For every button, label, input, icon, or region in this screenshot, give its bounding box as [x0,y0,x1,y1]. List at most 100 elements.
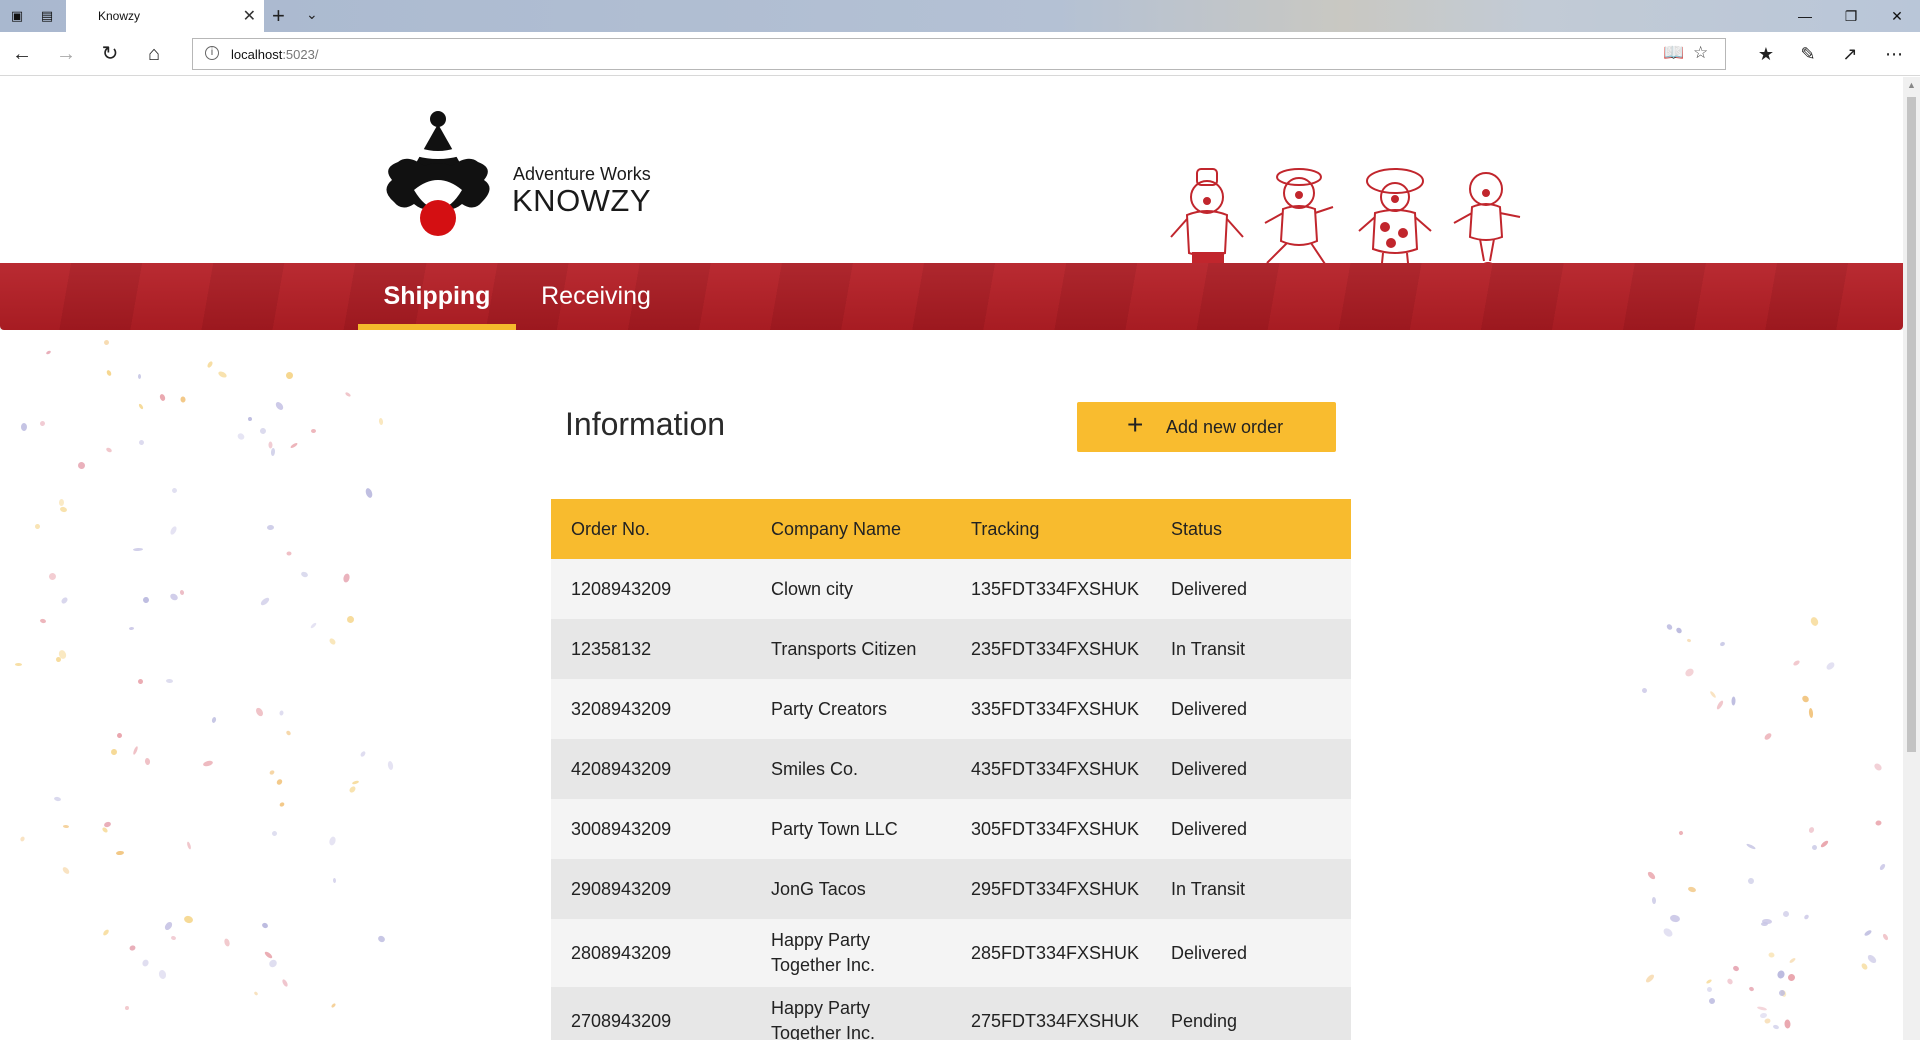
column-header-company-name[interactable]: Company Name [771,519,901,540]
confetti-dot [39,420,46,427]
status-cell: Delivered [1171,759,1248,779]
add-new-order-button[interactable]: + Add new order [1077,402,1336,452]
confetti-dot [1726,977,1734,986]
confetti-dot [144,757,151,766]
order-number-cell: 2708943209 [571,1011,672,1031]
table-row[interactable]: 2908943209 JonG Tacos 295FDT334FXSHUK In Tr… [551,859,1351,919]
order-number-cell: 1208943209 [571,579,672,599]
confetti-dot [1706,986,1713,993]
status-cell: In Transit [1171,639,1246,659]
minimize-icon[interactable]: — [1782,0,1828,32]
address-url: localhost:5023/ [231,47,319,62]
confetti-dot [1665,623,1674,631]
confetti-dot [1803,913,1810,921]
table-row[interactable]: 12358132 Transports Citizen 235FDT334FXSHU… [551,619,1351,679]
favorites-hub-icon[interactable]: ★ [1752,41,1780,67]
confetti-dot [14,662,23,667]
confetti-dot [309,622,318,629]
confetti-dot [165,678,174,684]
tracking-cell: 275FDT334FXSHUK [971,1011,1140,1031]
confetti-dot [1764,1017,1771,1025]
home-icon[interactable]: ⌂ [140,41,168,67]
confetti-dot [103,339,110,346]
confetti-dot [124,1005,130,1011]
confetti-dot [263,950,274,960]
column-header-order-no[interactable]: Order No. [571,519,650,540]
tab-manager-icon[interactable]: ▣ [8,8,26,24]
restore-icon[interactable]: ❐ [1828,0,1874,32]
confetti-dot [328,637,337,646]
confetti-dot [266,524,275,531]
confetti-dot [128,944,137,952]
tracking-cell: 295FDT334FXSHUK [971,879,1140,899]
column-header-tracking[interactable]: Tracking [971,519,1039,540]
confetti-dot [1825,660,1836,672]
confetti-dot [1715,699,1725,711]
confetti-dot [254,706,265,718]
back-icon[interactable]: ← [8,41,36,67]
confetti-dot [274,400,285,412]
table-row[interactable]: 1208943209 Clown city 135FDT334FXSHUK Deliv… [551,559,1351,619]
share-icon[interactable]: ↗ [1836,41,1864,67]
confetti-dot [60,596,69,605]
set-aside-tabs-icon[interactable]: ▤ [38,8,56,24]
confetti-dot [169,592,179,602]
table-row[interactable]: 2708943209 Happy Party Together Inc. 275FD… [551,987,1351,1040]
confetti-dot [206,360,214,369]
site-info-icon[interactable]: i [205,46,219,60]
tab-receiving[interactable]: Receiving [516,263,676,330]
confetti-dot [217,370,228,379]
web-note-icon[interactable]: ✎ [1794,41,1822,67]
tracking-cell: 335FDT334FXSHUK [971,699,1140,719]
chevron-down-icon[interactable]: ⌄ [306,6,318,23]
confetti-dot [1756,1005,1768,1012]
confetti-dot [1792,659,1801,667]
scroll-up-icon[interactable]: ▲ [1907,80,1916,90]
confetti-dot [1763,731,1773,742]
table-row[interactable]: 2808943209 Happy Party Together Inc. 285FD… [551,919,1351,987]
status-cell: Pending [1171,1011,1238,1031]
close-tab-icon[interactable]: ✕ [243,6,256,26]
confetti-dot [267,958,279,969]
confetti-dot [1646,870,1657,881]
confetti-dot [1772,1024,1780,1030]
confetti-dot [202,759,214,768]
address-bar[interactable]: i localhost:5023/ 📖 ☆ [192,38,1726,70]
refresh-icon[interactable]: ↻ [96,41,124,67]
tracking-cell: 235FDT334FXSHUK [971,639,1140,659]
confetti-dot [351,780,360,785]
status-cell: Delivered [1171,699,1248,719]
confetti-dot [39,618,47,624]
reading-view-icon[interactable]: 📖 [1663,43,1684,63]
confetti-dot [311,429,316,433]
status-cell: In Transit [1171,879,1246,899]
table-row[interactable]: 3208943209 Party Creators 335FDT334FXSHUK D… [551,679,1351,739]
confetti-dot [328,835,337,847]
favorite-star-icon[interactable]: ☆ [1693,43,1708,63]
confetti-dot [19,835,26,843]
new-tab-icon[interactable]: + [272,3,285,29]
confetti-dot [211,716,217,724]
confetti-dot [170,935,177,941]
table-row[interactable]: 3008943209 Party Town LLC 305FDT334FXSHUK D… [551,799,1351,859]
confetti-dot [1745,842,1757,851]
page-scrollbar[interactable]: ▲ [1903,77,1920,1040]
confetti-dot [300,570,309,579]
close-window-icon[interactable]: ✕ [1874,0,1920,32]
confetti-dot [1705,978,1713,985]
confetti-dot [101,826,109,834]
column-header-status[interactable]: Status [1171,519,1222,540]
table-row[interactable]: 4208943209 Smiles Co. 435FDT334FXSHUK Deliv… [551,739,1351,799]
confetti-dot [1808,707,1814,719]
scrollbar-thumb[interactable] [1907,97,1916,752]
company-name-cell: Party Town LLC [771,819,898,839]
table-body: 1208943209 Clown city 135FDT334FXSHUK Deliv… [551,559,1351,1040]
confetti-dot [1788,957,1797,964]
more-icon[interactable]: ⋯ [1880,41,1908,67]
confetti-dot [1873,762,1883,772]
forward-icon[interactable]: → [52,41,80,67]
confetti-dot [348,785,357,794]
browser-tab[interactable]: Knowzy ✕ [66,0,264,32]
confetti-dot [286,551,292,556]
tab-shipping[interactable]: Shipping [358,263,516,330]
